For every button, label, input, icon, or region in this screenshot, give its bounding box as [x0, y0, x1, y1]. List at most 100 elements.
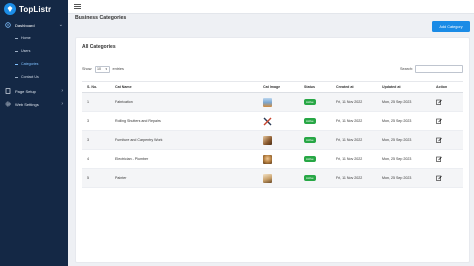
header-status[interactable]: Status — [301, 85, 333, 89]
brand[interactable]: TopListr — [4, 2, 51, 16]
entries-length-control: Show 10 ▾ entries — [82, 65, 124, 73]
edit-icon[interactable] — [436, 156, 442, 162]
cell-action — [433, 175, 463, 181]
cell-sno: 5 — [87, 176, 89, 180]
cell-cat-image — [260, 154, 301, 164]
sidebar-item-label: Categories — [21, 62, 39, 66]
cell-cat-name: Painter — [115, 176, 127, 180]
sidebar: TopListr Dashboard ⌄ Home Users Categori… — [0, 0, 68, 266]
header-updated-at[interactable]: Updated at — [379, 85, 433, 89]
entries-select[interactable]: 10 ▾ — [94, 65, 110, 73]
cell-created-at: Fri, 11 Nov 2022 — [336, 176, 363, 180]
cell-cat-image — [260, 97, 301, 107]
add-category-button[interactable]: Add Category — [432, 21, 470, 32]
sidebar-item-label: Page Setup — [15, 88, 36, 94]
sidebar-item-categories[interactable]: Categories — [0, 60, 68, 68]
page-title: Business Categories — [75, 15, 127, 21]
chevron-down-icon: ⌄ — [58, 22, 63, 28]
cell-created-at: Fri, 11 Nov 2022 — [336, 138, 363, 142]
search-control: Search: — [400, 64, 464, 74]
table-row: 3 Furniture and Carpentry Work Active Fr… — [82, 131, 463, 150]
status-badge[interactable]: Active — [304, 99, 316, 105]
cell-created-at: Fri, 11 Nov 2022 — [336, 100, 363, 104]
page-icon — [5, 88, 11, 94]
cell-status: Active — [301, 175, 333, 181]
cell-action — [433, 99, 463, 105]
cell-status: Active — [301, 137, 333, 143]
cell-cat-name: Rolling Shutters and Repairs — [115, 119, 161, 123]
top-bar — [68, 0, 474, 14]
header-action[interactable]: Action — [433, 85, 463, 89]
fabrication-thumbnail — [263, 97, 272, 107]
cell-status: Active — [301, 118, 333, 124]
edit-icon[interactable] — [436, 99, 442, 105]
sidebar-item-page-setup[interactable]: Page Setup › — [0, 86, 68, 96]
cell-cat-image — [260, 117, 301, 126]
chevron-right-icon: › — [61, 88, 63, 94]
sidebar-item-label: Contact Us — [21, 75, 39, 79]
sidebar-item-home[interactable]: Home — [0, 34, 68, 42]
edit-icon[interactable] — [436, 118, 442, 124]
chevron-right-icon: › — [61, 101, 63, 107]
entries-value: 10 — [97, 67, 101, 71]
status-badge[interactable]: Active — [304, 156, 316, 162]
header-sno[interactable]: S. No. — [82, 85, 112, 89]
tools-thumbnail — [263, 117, 272, 125]
brand-name: TopListr — [19, 4, 52, 14]
sidebar-item-web-settings[interactable]: Web Settings › — [0, 99, 68, 109]
table-row: 4 Electrician - Plumber Active Fri, 11 N… — [82, 150, 463, 169]
status-badge[interactable]: Active — [304, 137, 316, 143]
cell-cat-name: Furniture and Carpentry Work — [115, 138, 163, 142]
table-row: 1 Fabrication Active Fri, 11 Nov 2022 Mo… — [82, 93, 463, 112]
entries-label: entries — [112, 67, 124, 71]
search-label: Search: — [400, 67, 414, 71]
cell-cat-image — [260, 173, 301, 183]
cell-status: Active — [301, 156, 333, 162]
cell-cat-image — [260, 135, 301, 145]
edit-icon[interactable] — [436, 175, 442, 181]
chevron-down-icon: ▾ — [105, 67, 107, 71]
header-cat-name[interactable]: Cat Name — [112, 85, 260, 89]
header-cat-image[interactable]: Cat Image — [260, 85, 301, 89]
electrician-thumbnail — [263, 154, 272, 164]
cell-created-at: Fri, 11 Nov 2022 — [336, 119, 363, 123]
sidebar-item-label: Users — [21, 49, 31, 53]
cell-sno: 4 — [87, 157, 89, 161]
status-badge[interactable]: Active — [304, 118, 316, 124]
cell-sno: 3 — [87, 119, 89, 123]
table-row: 3 Rolling Shutters and Repairs Active Fr… — [82, 112, 463, 131]
bullet-icon — [15, 37, 18, 39]
sidebar-item-label: Web Settings — [15, 101, 39, 107]
sidebar-item-users[interactable]: Users — [0, 47, 68, 55]
cell-updated-at: Mon, 25 Sep 2023 — [382, 119, 412, 123]
cell-sno: 1 — [87, 100, 89, 104]
sidebar-item-label: Home — [21, 36, 31, 40]
painter-thumbnail — [263, 173, 272, 183]
brand-logo-icon — [4, 3, 16, 15]
bullet-icon — [15, 76, 18, 78]
table-header: S. No. Cat Name Cat Image Status Created… — [82, 81, 463, 93]
cell-updated-at: Mon, 25 Sep 2023 — [382, 138, 412, 142]
bullet-icon — [15, 63, 18, 65]
dashboard-icon — [5, 22, 11, 28]
search-input[interactable] — [415, 65, 464, 73]
table-row: 5 Painter Active Fri, 11 Nov 2022 Mon, 2… — [82, 169, 463, 188]
status-badge[interactable]: Active — [304, 175, 316, 181]
cell-updated-at: Mon, 25 Sep 2023 — [382, 157, 412, 161]
sidebar-item-dashboard[interactable]: Dashboard ⌄ — [0, 20, 68, 30]
carpentry-thumbnail — [263, 135, 272, 145]
header-created-at[interactable]: Created at — [333, 85, 379, 89]
gear-icon — [5, 101, 11, 107]
edit-icon[interactable] — [436, 137, 442, 143]
sidebar-item-contact-us[interactable]: Contact Us — [0, 73, 68, 81]
cell-action — [433, 137, 463, 143]
bullet-icon — [15, 50, 18, 52]
cell-created-at: Fri, 11 Nov 2022 — [336, 157, 363, 161]
categories-table: S. No. Cat Name Cat Image Status Created… — [82, 81, 463, 188]
cell-updated-at: Mon, 25 Sep 2023 — [382, 100, 412, 104]
cell-sno: 3 — [87, 138, 89, 142]
cell-cat-name: Electrician - Plumber — [115, 157, 149, 161]
hamburger-menu-icon[interactable] — [74, 4, 81, 9]
cell-status: Active — [301, 99, 333, 105]
cell-action — [433, 118, 463, 124]
